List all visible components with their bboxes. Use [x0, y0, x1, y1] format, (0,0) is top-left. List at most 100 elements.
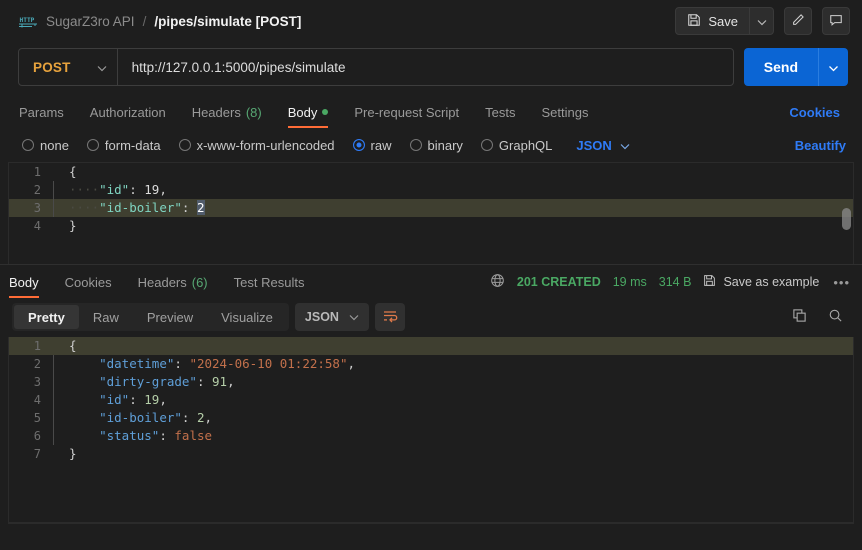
response-view-preview[interactable]: Preview: [133, 305, 207, 329]
copy-response-button[interactable]: [784, 303, 814, 331]
tab-headers[interactable]: Headers (8): [179, 96, 275, 128]
code-text: "id-boiler": 2,: [99, 410, 213, 425]
copy-icon: [792, 308, 807, 326]
http-method-label: POST: [33, 59, 71, 75]
body-type-graphql[interactable]: GraphQL: [480, 138, 552, 153]
code-text: ····"id-boiler": 2: [69, 200, 205, 215]
save-button-group: Save: [675, 7, 774, 35]
http-icon: HTTP: [18, 13, 38, 29]
code-text: "datetime": "2024-06-10 01:22:58",: [99, 356, 356, 371]
fold-guide: [53, 355, 63, 373]
tab-params[interactable]: Params: [16, 96, 77, 128]
chevron-down-icon: [97, 60, 107, 75]
response-view-pretty[interactable]: Pretty: [14, 305, 79, 329]
response-format-selector[interactable]: JSON: [294, 303, 369, 331]
response-tab-cookies-label: Cookies: [64, 274, 112, 290]
body-type-form-data-label: form-data: [104, 137, 161, 153]
code-text: }: [69, 446, 77, 461]
body-type-raw[interactable]: raw: [352, 138, 392, 153]
request-body-editor[interactable]: 1 { 2 ····"id": 19, 3 ····"id-boiler": 2…: [8, 162, 854, 244]
fold-guide: [53, 391, 63, 409]
response-view-raw[interactable]: Raw: [79, 305, 133, 329]
breadcrumb-api-name[interactable]: SugarZ3ro API: [46, 14, 135, 29]
request-tabs: Params Authorization Headers (8) Body Pr…: [0, 96, 862, 128]
breadcrumb-separator: /: [142, 13, 147, 29]
radio-icon: [480, 139, 493, 151]
code-text: ····"id": 19,: [69, 182, 167, 197]
body-format-label: JSON: [576, 137, 612, 153]
send-button[interactable]: Send: [743, 48, 818, 86]
response-tab-test-results-label: Test Results: [233, 274, 305, 290]
fold-guide: [53, 181, 63, 199]
floppy-disk-icon: [687, 13, 701, 30]
line-number: 4: [33, 219, 41, 233]
tab-settings[interactable]: Settings: [528, 96, 601, 128]
tab-tests[interactable]: Tests: [472, 96, 528, 128]
edit-request-button[interactable]: [784, 7, 812, 35]
fold-guide: [53, 217, 63, 235]
body-modified-dot-icon: [322, 109, 329, 115]
response-tab-headers[interactable]: Headers (6): [125, 266, 221, 298]
response-size: 314 B: [658, 275, 692, 289]
url-bar: POST Send: [0, 42, 862, 96]
send-button-group: Send: [743, 48, 848, 86]
save-button-label: Save: [708, 13, 738, 29]
code-line: 3 "dirty-grade": 91,: [9, 373, 853, 391]
code-text: "status": false: [99, 428, 213, 443]
body-type-none[interactable]: none: [22, 138, 69, 153]
response-meta: 201 CREATED 19 ms 314 B Save as example …: [490, 273, 852, 291]
line-number: 1: [33, 165, 41, 179]
response-tab-test-results[interactable]: Test Results: [221, 266, 318, 298]
http-method-selector[interactable]: POST: [19, 49, 118, 85]
cookies-link[interactable]: Cookies: [789, 105, 840, 120]
save-button[interactable]: Save: [676, 8, 749, 34]
word-wrap-button[interactable]: [374, 303, 405, 331]
send-dropdown-button[interactable]: [818, 48, 848, 86]
response-body-viewer[interactable]: 1 { 2 "datetime": "2024-06-10 01:22:58",…: [8, 337, 854, 523]
response-tabs: Body Cookies Headers (6) Test Results: [6, 266, 317, 298]
line-number: 6: [33, 429, 41, 443]
save-as-example-label: Save as example: [723, 275, 820, 289]
body-type-urlencoded[interactable]: x-www-form-urlencoded: [178, 138, 335, 153]
response-value-datetime: 2024-06-10 01:22:58: [196, 356, 340, 371]
url-input[interactable]: [117, 49, 733, 85]
fold-guide: [53, 445, 63, 463]
search-response-button[interactable]: [820, 303, 850, 331]
tab-tests-label: Tests: [485, 104, 516, 120]
body-type-binary-label: binary: [427, 137, 463, 153]
code-text: "id": 19,: [99, 392, 167, 407]
save-as-example-button[interactable]: Save as example: [703, 274, 819, 290]
tab-pre-request-script[interactable]: Pre-request Script: [341, 96, 472, 128]
body-type-binary[interactable]: binary: [409, 137, 463, 153]
response-value-dirty-grade: 91: [212, 374, 228, 389]
tab-body[interactable]: Body: [275, 96, 342, 128]
radio-icon: [178, 139, 191, 151]
code-text: }: [69, 218, 77, 233]
line-number: 5: [33, 411, 41, 425]
beautify-button[interactable]: Beautify: [795, 138, 846, 153]
body-type-form-data[interactable]: form-data: [86, 137, 161, 153]
code-line: 7 }: [9, 445, 853, 463]
response-tab-headers-label: Headers: [137, 274, 187, 290]
fold-guide: [53, 199, 63, 217]
response-view-visualize[interactable]: Visualize: [207, 305, 287, 329]
search-icon: [828, 308, 843, 326]
request-editor-scrollbar[interactable]: [842, 208, 851, 230]
save-dropdown-button[interactable]: [749, 8, 773, 34]
response-tab-body[interactable]: Body: [6, 266, 52, 298]
comment-button[interactable]: [822, 7, 850, 35]
response-value-status: false: [174, 428, 213, 443]
fold-guide: [53, 373, 63, 391]
line-number: 4: [33, 393, 41, 407]
body-format-selector[interactable]: JSON: [576, 137, 630, 153]
url-input-group: POST: [18, 48, 734, 86]
ellipsis-icon[interactable]: •••: [831, 275, 852, 290]
response-tab-cookies[interactable]: Cookies: [52, 266, 125, 298]
globe-icon[interactable]: [490, 273, 505, 291]
radio-icon: [86, 139, 99, 151]
line-number: 3: [33, 201, 41, 215]
code-text: {: [69, 164, 77, 179]
tab-authorization[interactable]: Authorization: [77, 96, 179, 128]
response-bottom-border: [8, 523, 854, 524]
response-value-id: 19: [144, 392, 160, 407]
